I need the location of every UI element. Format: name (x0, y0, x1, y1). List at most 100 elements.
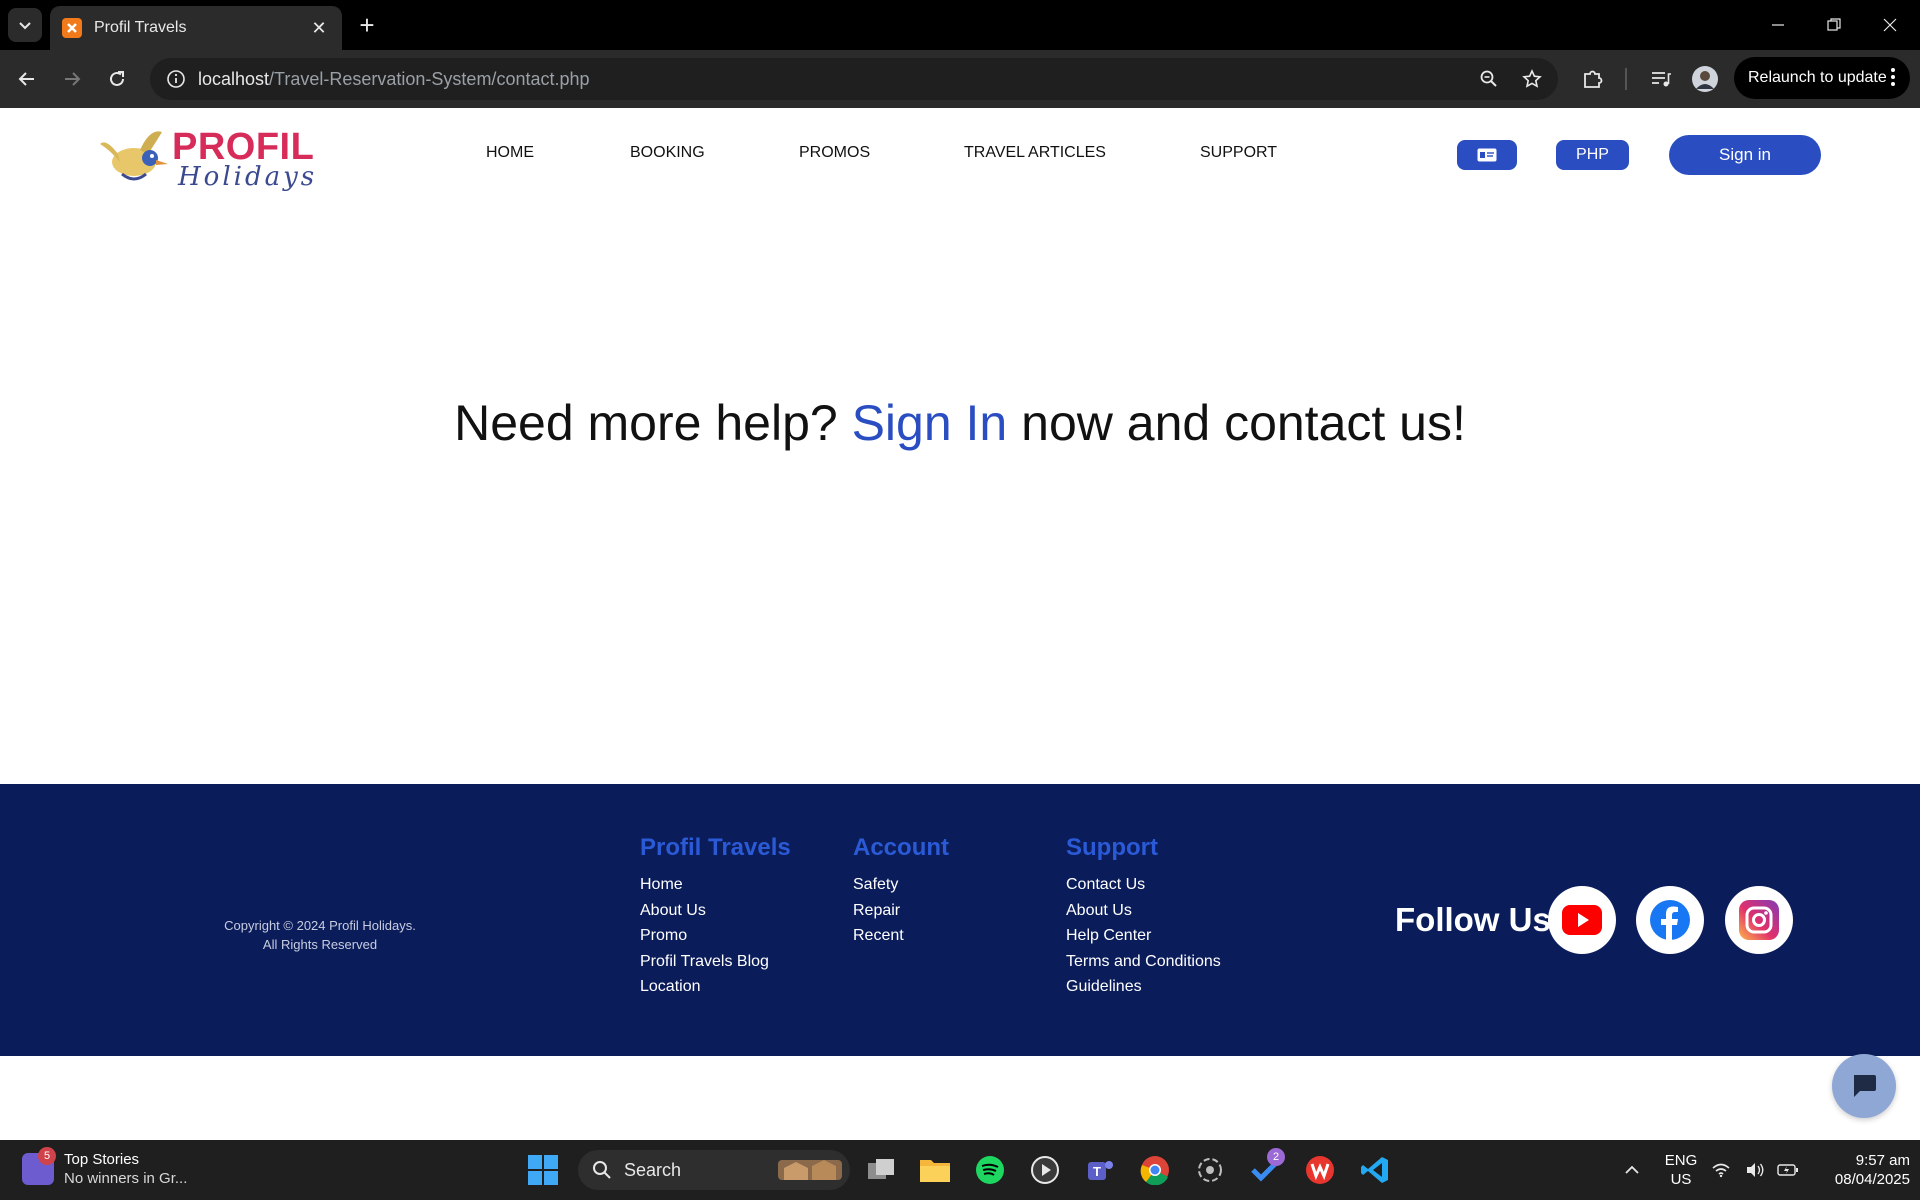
sign-in-link[interactable]: Sign In (852, 395, 1008, 451)
reload-button[interactable] (100, 62, 134, 96)
more-vertical-icon (1891, 68, 1895, 86)
bookmark-star-icon[interactable] (1520, 67, 1544, 91)
chevron-down-icon (19, 22, 31, 30)
teams-icon[interactable]: T (1082, 1152, 1118, 1188)
footer-link-about-us[interactable]: About Us (640, 902, 791, 928)
footer-link-guidelines[interactable]: Guidelines (1066, 978, 1221, 1004)
url-path: /Travel-Reservation-System/contact.php (269, 68, 590, 89)
system-tool-icon[interactable] (1192, 1152, 1228, 1188)
nav-promos[interactable]: PROMOS (799, 144, 870, 162)
youtube-link[interactable] (1548, 886, 1616, 954)
footer-link-promo[interactable]: Promo (640, 927, 791, 953)
logo-script: Holidays (178, 162, 318, 192)
news-badge: 5 (38, 1147, 56, 1165)
vscode-icon[interactable] (1357, 1152, 1393, 1188)
address-bar[interactable]: localhost/Travel-Reservation-System/cont… (150, 58, 1558, 100)
arrow-left-icon (18, 72, 34, 86)
volume-icon[interactable] (1744, 1152, 1766, 1188)
footer-column-account: Account Safety Repair Recent (853, 834, 949, 953)
youtube-icon (1562, 905, 1602, 935)
start-button[interactable] (525, 1152, 561, 1188)
extensions-button[interactable] (1576, 62, 1610, 96)
minimize-button[interactable] (1758, 8, 1798, 42)
chrome-icon[interactable] (1137, 1152, 1173, 1188)
sign-in-button[interactable]: Sign in (1669, 135, 1821, 175)
todo-icon[interactable]: 2 (1247, 1148, 1285, 1188)
relaunch-to-update-button[interactable]: Relaunch to update (1734, 57, 1910, 99)
back-button[interactable] (10, 62, 44, 96)
language-line-1: ENG (1664, 1152, 1698, 1169)
search-highlight-icon (778, 1160, 842, 1180)
restore-button[interactable] (1814, 8, 1854, 42)
copyright-line-1: Copyright © 2024 Profil Holidays. (224, 918, 416, 933)
windows-taskbar: 5 Top Stories No winners in Gr... Search… (0, 1140, 1920, 1200)
footer-link-help-center[interactable]: Help Center (1066, 927, 1221, 953)
footer-link-blog[interactable]: Profil Travels Blog (640, 953, 791, 979)
id-card-icon (1477, 148, 1497, 162)
new-tab-button[interactable]: + (352, 10, 382, 40)
clock[interactable]: 9:57 am 08/04/2025 (1812, 1151, 1910, 1189)
toolbar-divider (1625, 68, 1627, 90)
footer-link-location[interactable]: Location (640, 978, 791, 1004)
wps-office-icon[interactable] (1302, 1152, 1338, 1188)
wifi-icon[interactable] (1710, 1152, 1732, 1188)
copyright-line-2: All Rights Reserved (262, 937, 378, 952)
facebook-link[interactable] (1636, 886, 1704, 954)
task-view-icon[interactable] (863, 1152, 899, 1188)
footer-link-home[interactable]: Home (640, 876, 791, 902)
profile-avatar[interactable] (1688, 62, 1722, 96)
zoom-icon[interactable] (1477, 67, 1501, 91)
footer-link-repair[interactable]: Repair (853, 902, 949, 928)
chat-bubble-icon (1854, 1075, 1876, 1097)
reload-icon (110, 71, 124, 86)
footer-link-recent[interactable]: Recent (853, 927, 949, 953)
spotify-icon[interactable] (972, 1152, 1008, 1188)
language-flag-button[interactable] (1457, 140, 1517, 170)
todo-badge: 2 (1267, 1148, 1285, 1166)
svg-text:T: T (1093, 1164, 1101, 1179)
clock-time: 9:57 am (1855, 1152, 1910, 1169)
footer-link-terms[interactable]: Terms and Conditions (1066, 953, 1221, 979)
site-header: PROFIL Holidays HOME BOOKING PROMOS TRAV… (0, 108, 1920, 200)
facebook-icon (1650, 900, 1690, 941)
url-host: localhost (198, 68, 270, 89)
battery-icon[interactable] (1776, 1152, 1800, 1188)
forward-button[interactable] (55, 62, 89, 96)
browser-tab[interactable]: Profil Travels ✕ (50, 6, 342, 50)
nav-support[interactable]: SUPPORT (1200, 144, 1277, 162)
instagram-icon (1739, 900, 1779, 940)
chat-widget-button[interactable] (1832, 1054, 1896, 1118)
footer-link-safety[interactable]: Safety (853, 876, 949, 902)
close-window-button[interactable] (1870, 8, 1910, 42)
nav-home[interactable]: HOME (486, 144, 534, 162)
follow-us-label: Follow Us (1395, 901, 1551, 938)
file-explorer-icon[interactable] (917, 1152, 953, 1188)
news-subtitle: No winners in Gr... (64, 1170, 188, 1187)
news-widget[interactable]: 5 Top Stories No winners in Gr... (22, 1147, 188, 1188)
footer-link-about-us[interactable]: About Us (1066, 902, 1221, 928)
tab-search-button[interactable] (8, 8, 42, 42)
instagram-link[interactable] (1725, 886, 1793, 954)
help-text-after: now and contact us! (1007, 395, 1466, 451)
tab-close-icon[interactable]: ✕ (308, 18, 330, 39)
profil-holidays-logo[interactable]: PROFIL Holidays (98, 118, 314, 192)
playlist-icon (1652, 72, 1671, 87)
bird-logo-icon (100, 131, 168, 181)
footer-column-profil-travels: Profil Travels Home About Us Promo Profi… (640, 834, 791, 1004)
footer-column-title: Account (853, 834, 949, 861)
footer-column-support: Support Contact Us About Us Help Center … (1066, 834, 1221, 1004)
footer-link-contact-us[interactable]: Contact Us (1066, 876, 1221, 902)
search-label: Search (624, 1159, 682, 1180)
input-language[interactable]: ENG US (1660, 1151, 1702, 1189)
nav-booking[interactable]: BOOKING (630, 144, 705, 162)
media-control-button[interactable] (1644, 62, 1678, 96)
widgets-icon: 5 (22, 1147, 56, 1185)
xampp-favicon-icon (62, 18, 82, 38)
media-player-icon[interactable] (1027, 1152, 1063, 1188)
nav-travel-articles[interactable]: TRAVEL ARTICLES (964, 144, 1106, 162)
footer-column-title: Support (1066, 834, 1158, 861)
show-hidden-icons-icon[interactable] (1614, 1152, 1650, 1188)
taskbar-search[interactable]: Search (578, 1150, 850, 1190)
currency-button[interactable]: PHP (1556, 140, 1629, 170)
site-info-icon[interactable] (164, 67, 188, 91)
